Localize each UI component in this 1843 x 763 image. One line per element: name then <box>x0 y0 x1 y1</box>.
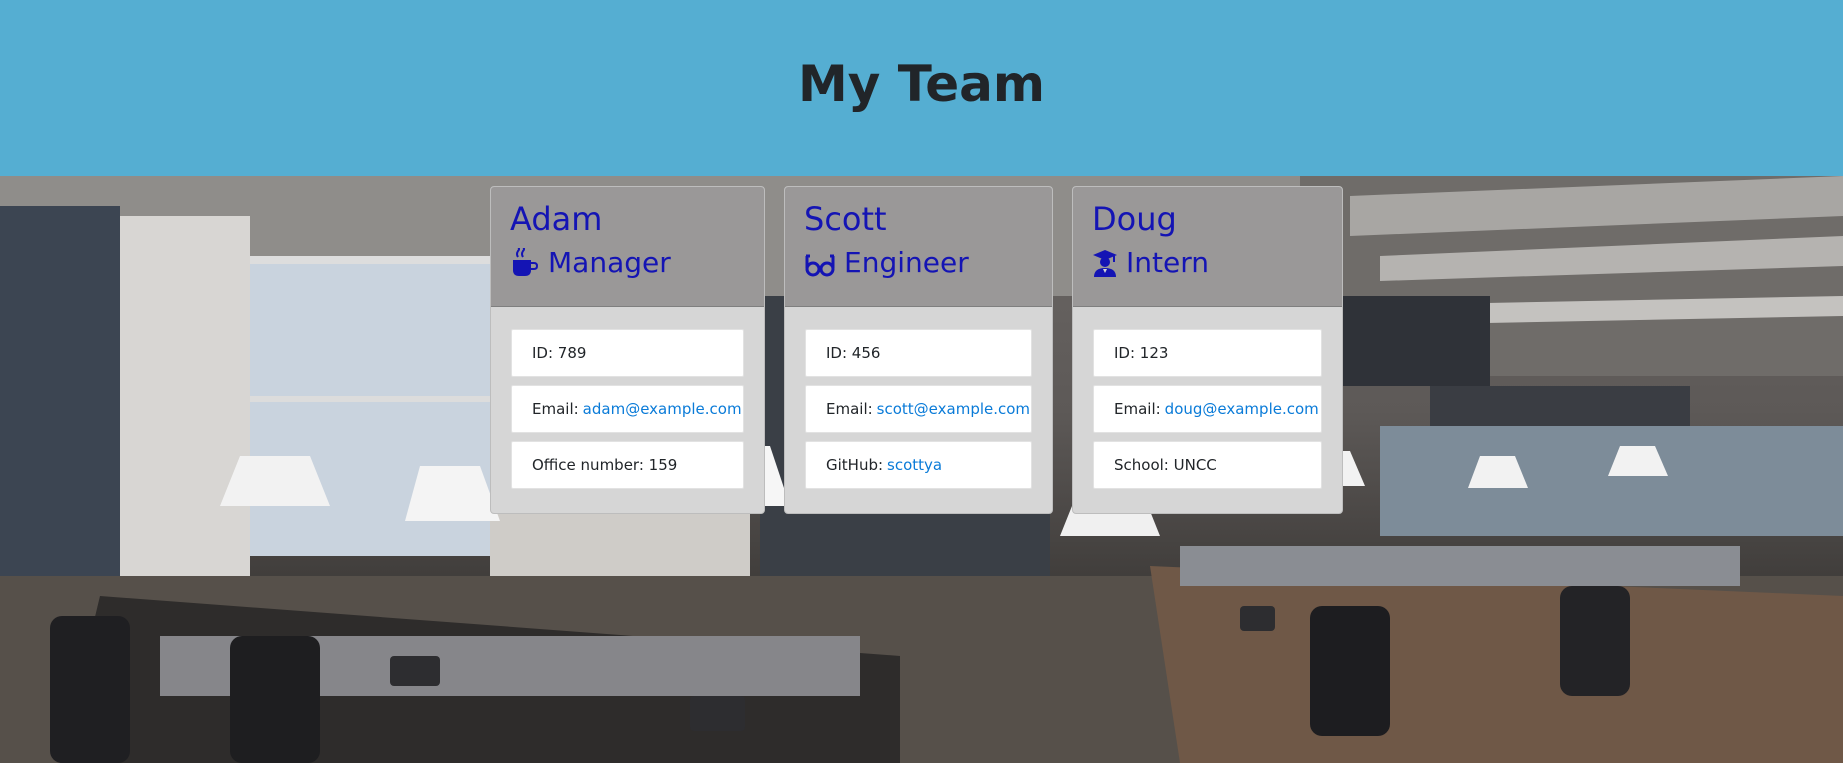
id-item: ID: 123 <box>1093 329 1322 377</box>
employee-name: Adam <box>510 200 603 238</box>
email-label: Email: <box>1114 400 1161 418</box>
graduate-icon <box>1093 250 1117 277</box>
card-header: Scott Engineer <box>785 187 1052 307</box>
email-label: Email: <box>826 400 873 418</box>
employee-role-label: Manager <box>548 246 671 279</box>
employee-role-label: Engineer <box>844 246 969 279</box>
id-text: ID: 789 <box>532 344 587 362</box>
coffee-icon <box>513 248 538 276</box>
id-text: ID: 123 <box>1114 344 1169 362</box>
email-item: Email: doug@example.com <box>1093 385 1322 433</box>
office-number-text: Office number: 159 <box>532 456 678 474</box>
github-link[interactable]: scottya <box>887 456 942 474</box>
employee-name: Scott <box>804 200 887 238</box>
employee-role: Intern <box>1092 247 1342 279</box>
card-header: Doug Intern <box>1073 187 1342 307</box>
employee-name: Doug <box>1092 200 1177 238</box>
id-text: ID: 456 <box>826 344 881 362</box>
github-label: GitHub: <box>826 456 884 474</box>
email-link[interactable]: doug@example.com <box>1165 400 1319 418</box>
employee-card-adam: Adam Manager ID: 789 Email: adam@example… <box>490 186 765 514</box>
office-number-item: Office number: 159 <box>511 441 744 489</box>
team-cards-container: Adam Manager ID: 789 Email: adam@example… <box>0 0 1843 763</box>
email-item: Email: scott@example.com <box>805 385 1032 433</box>
email-link[interactable]: scott@example.com <box>877 400 1030 418</box>
email-item: Email: adam@example.com <box>511 385 744 433</box>
school-text: School: UNCC <box>1114 456 1217 474</box>
email-link[interactable]: adam@example.com <box>583 400 742 418</box>
info-list: ID: 456 Email: scott@example.com GitHub:… <box>785 307 1052 489</box>
card-header: Adam Manager <box>491 187 764 307</box>
github-item: GitHub: scottya <box>805 441 1032 489</box>
employee-card-scott: Scott Engineer ID: 456 Email: scott@exam… <box>784 186 1053 514</box>
info-list: ID: 789 Email: adam@example.com Office n… <box>491 307 764 489</box>
employee-card-doug: Doug Intern ID: 123 Email: doug@example.… <box>1072 186 1343 514</box>
info-list: ID: 123 Email: doug@example.com School: … <box>1073 307 1342 489</box>
email-label: Email: <box>532 400 579 418</box>
employee-role: Engineer <box>804 247 1052 279</box>
glasses-icon <box>805 254 835 277</box>
employee-role: Manager <box>510 247 764 279</box>
id-item: ID: 789 <box>511 329 744 377</box>
employee-role-label: Intern <box>1126 246 1209 279</box>
id-item: ID: 456 <box>805 329 1032 377</box>
school-item: School: UNCC <box>1093 441 1322 489</box>
